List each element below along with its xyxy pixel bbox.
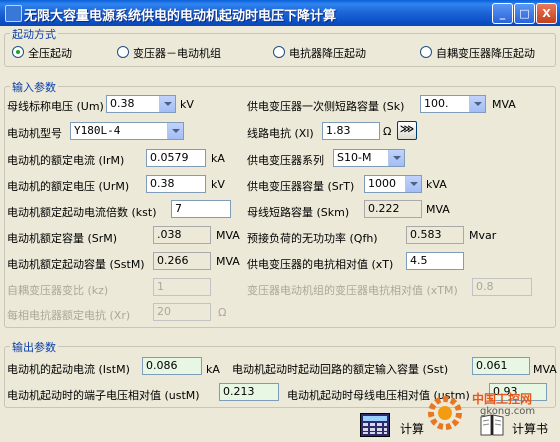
start-current-unit: kA (206, 363, 220, 376)
loop-input-capacity-label: 电动机起动时起动回路的额定输入容量 (Sst) (232, 363, 449, 376)
gear-logo-icon (428, 396, 462, 430)
start-current-output: 0.086 (142, 357, 202, 375)
line-reactance-label: 线路电抗 (Xl) (247, 127, 314, 140)
bus-sc-capacity-label: 母线短路容量 (Skm) (247, 206, 350, 219)
chevron-down-icon[interactable] (159, 96, 175, 112)
close-button[interactable]: X (536, 3, 557, 24)
line-reactance-calc-button[interactable]: ⋙ (397, 121, 417, 140)
terminal-voltage-label: 电动机起动时的端子电压相对值 (ustM) (7, 389, 200, 402)
preload-reactive-output: 0.583 (406, 226, 464, 244)
app-window: 无限大容量电源系统供电的电动机起动时电压下降计算 _ □ X 起动方式 全压起动… (0, 0, 560, 442)
loop-input-capacity-unit: MVA (533, 363, 557, 376)
line-reactance-unit: Ω (383, 125, 392, 138)
rated-voltage-label: 电动机的额定电压 (UrM) (7, 180, 130, 193)
title-bar: 无限大容量电源系统供电的电动机起动时电压下降计算 _ □ X (0, 0, 560, 26)
rated-capacity-unit: MVA (216, 229, 240, 242)
primary-sc-capacity-value: 100. (424, 97, 449, 110)
rated-current-input[interactable]: 0.0579 (146, 149, 206, 167)
loop-input-capacity-output: 0.061 (472, 357, 530, 375)
bus-voltage-unit: kV (180, 98, 194, 111)
rated-current-label: 电动机的额定电流 (IrM) (7, 154, 125, 167)
transformer-capacity-value: 1000 (368, 177, 396, 190)
reactor-reactance-input[interactable]: 20 (153, 303, 211, 321)
transformer-series-label: 供电变压器系列 (247, 154, 324, 167)
chevron-down-icon[interactable] (469, 96, 485, 112)
primary-sc-capacity-select[interactable]: 100. (420, 95, 486, 113)
calculator-icon[interactable] (360, 413, 390, 437)
line-reactance-input[interactable]: 1.83 (322, 122, 380, 140)
reactor-reactance-unit: Ω (218, 306, 227, 319)
window-title: 无限大容量电源系统供电的电动机起动时电压下降计算 (24, 9, 337, 24)
rated-start-capacity-label: 电动机额定起动容量 (SstM) (7, 258, 145, 271)
bus-voltage-select[interactable]: 0.38 (106, 95, 176, 113)
app-icon (5, 5, 22, 22)
rated-capacity-output: .038 (153, 226, 211, 244)
autotransformer-ratio-input[interactable]: 1 (153, 278, 211, 296)
bus-voltage-label: 母线标称电压 (Um) (7, 100, 104, 113)
transformer-series-value: S10-M (337, 151, 372, 164)
watermark-text-cn: 中国工控网 (472, 392, 533, 406)
radio-transformer-motor-label[interactable]: 变压器－电动机组 (133, 45, 221, 61)
motor-model-label: 电动机型号 (7, 127, 62, 140)
motor-group-reactance-label: 变压器电动机组的变压器电抗相对值 (xTM) (247, 284, 458, 297)
rated-voltage-input[interactable]: 0.38 (146, 175, 206, 193)
input-legend: 输入参数 (10, 79, 58, 95)
bus-sc-capacity-unit: MVA (426, 203, 450, 216)
motor-model-select[interactable]: Y180L-4 (70, 122, 184, 140)
transformer-capacity-unit: kVA (426, 178, 447, 191)
radio-reactor[interactable] (273, 46, 285, 58)
start-current-label: 电动机的起动电流 (IstM) (7, 363, 130, 376)
start-mode-legend: 起动方式 (10, 26, 58, 42)
bus-sc-capacity-output: 0.222 (364, 200, 422, 218)
radio-full-voltage[interactable] (12, 46, 24, 58)
radio-full-voltage-label[interactable]: 全压起动 (28, 45, 72, 61)
chevron-down-icon[interactable] (167, 123, 183, 139)
radio-autotransformer[interactable] (420, 46, 432, 58)
rated-start-capacity-output: 0.266 (153, 252, 211, 270)
start-multiple-input[interactable]: 7 (171, 200, 231, 218)
terminal-voltage-output: 0.213 (219, 383, 279, 401)
rated-current-unit: kA (211, 152, 225, 165)
calculate-button[interactable]: 计算 (400, 420, 424, 437)
output-legend: 输出参数 (10, 339, 58, 355)
transformer-capacity-select[interactable]: 1000 (364, 175, 422, 193)
radio-autotransformer-label[interactable]: 自耦变压器降压起动 (436, 45, 535, 61)
reactor-reactance-label: 每相电抗器额定电抗 (Xr) (7, 309, 131, 322)
watermark: 中国工控网 gkong.com (424, 386, 558, 438)
preload-reactive-unit: Mvar (469, 229, 497, 242)
transformer-reactance-input[interactable]: 4.5 (406, 252, 464, 270)
primary-sc-capacity-label: 供电变压器一次侧短路容量 (Sk) (247, 100, 405, 113)
transformer-capacity-label: 供电变压器容量 (SrT) (247, 180, 355, 193)
motor-group-reactance-input[interactable]: 0.8 (472, 278, 532, 296)
radio-transformer-motor[interactable] (117, 46, 129, 58)
radio-reactor-label[interactable]: 电抗器降压起动 (289, 45, 366, 61)
transformer-series-select[interactable]: S10-M (333, 149, 405, 167)
rated-voltage-unit: kV (211, 178, 225, 191)
watermark-text-url: gkong.com (480, 406, 536, 417)
chevron-down-icon[interactable] (405, 176, 421, 192)
primary-sc-capacity-unit: MVA (492, 98, 516, 111)
minimize-button[interactable]: _ (492, 3, 513, 24)
maximize-button[interactable]: □ (514, 3, 535, 24)
chevron-down-icon[interactable] (388, 150, 404, 166)
preload-reactive-label: 预接负荷的无功功率 (Qfh) (247, 232, 378, 245)
transformer-reactance-label: 供电变压器的电抗相对值 (xT) (247, 258, 394, 271)
bus-voltage-value: 0.38 (110, 97, 135, 110)
rated-capacity-label: 电动机额定容量 (SrM) (7, 232, 118, 245)
rated-start-capacity-unit: MVA (216, 255, 240, 268)
autotransformer-ratio-label: 自耦变压器变比 (kz) (7, 284, 109, 297)
start-multiple-label: 电动机额定起动电流倍数 (kst) (7, 206, 157, 219)
motor-model-value: Y180L-4 (74, 124, 121, 137)
radio-selected-dot (16, 50, 20, 54)
